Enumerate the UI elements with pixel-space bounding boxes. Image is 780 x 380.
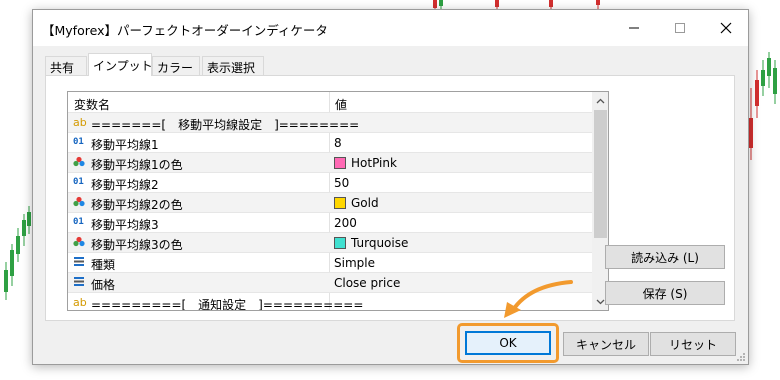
cancel-button[interactable]: キャンセル xyxy=(563,332,649,356)
param-name: 移動平均線1 xyxy=(91,138,159,152)
enum-type-icon xyxy=(73,256,89,270)
maximize-icon xyxy=(675,23,685,33)
table-row[interactable]: 01 移動平均線1 8 xyxy=(68,132,592,152)
param-value[interactable]: 50 xyxy=(334,176,349,190)
table-row[interactable]: 移動平均線3の色 Turquoise xyxy=(68,232,592,252)
param-value[interactable]: Simple xyxy=(334,256,375,270)
param-name: 移動平均線1の色 xyxy=(91,158,183,172)
color-type-icon xyxy=(73,196,89,210)
candles-right xyxy=(749,52,777,160)
param-value: Turquoise xyxy=(351,236,409,250)
table-row[interactable]: ab =======[ 移動平均線設定 ]======== xyxy=(68,112,592,132)
color-swatch xyxy=(334,237,346,249)
integer-type-icon: 01 xyxy=(73,217,84,227)
scroll-up-button[interactable] xyxy=(592,92,608,109)
param-name: 移動平均線3 xyxy=(91,218,159,232)
save-button[interactable]: 保存 (S) xyxy=(605,281,725,305)
tab-inputs[interactable]: インプット xyxy=(88,53,153,76)
param-name: =========[ 通知設定 ]========== xyxy=(91,298,364,311)
minimize-icon xyxy=(629,27,639,29)
enum-type-icon xyxy=(73,276,89,290)
grid-header: 変数名 値 xyxy=(68,92,592,112)
param-value: Gold xyxy=(351,196,379,210)
indicator-dialog: 【Myforex】パーフェクトオーダーインディケータ 共有 インプット カラー … xyxy=(32,9,749,365)
load-button[interactable]: 読み込み (L) xyxy=(605,245,725,269)
color-swatch xyxy=(334,157,346,169)
string-type-icon: ab xyxy=(73,116,87,129)
close-button[interactable] xyxy=(703,10,749,46)
color-type-icon xyxy=(73,236,89,250)
param-value: HotPink xyxy=(351,156,397,170)
table-row[interactable]: 種類 Simple xyxy=(68,252,592,272)
close-icon xyxy=(720,22,732,34)
param-name: 移動平均線2の色 xyxy=(91,198,183,212)
maximize-button[interactable] xyxy=(657,10,703,46)
ok-highlight: OK xyxy=(457,323,559,363)
table-row[interactable]: 01 移動平均線2 50 xyxy=(68,172,592,192)
param-name: 種類 xyxy=(91,258,116,272)
reset-button[interactable]: リセット xyxy=(650,332,736,356)
window-title: 【Myforex】パーフェクトオーダーインディケータ xyxy=(42,23,328,38)
candles-left xyxy=(4,206,31,300)
table-row[interactable]: 01 移動平均線3 200 xyxy=(68,212,592,232)
param-value[interactable]: Close price xyxy=(334,276,400,290)
param-name: 移動平均線2 xyxy=(91,178,159,192)
resize-grip-icon[interactable] xyxy=(736,352,746,362)
integer-type-icon: 01 xyxy=(73,137,84,147)
vertical-scrollbar[interactable] xyxy=(592,92,608,310)
minimize-button[interactable] xyxy=(611,10,657,46)
tab-colors[interactable]: カラー xyxy=(152,56,200,76)
table-row[interactable]: 移動平均線1の色 HotPink xyxy=(68,152,592,172)
param-value[interactable]: 200 xyxy=(334,216,357,230)
scroll-thumb[interactable] xyxy=(594,110,607,238)
color-type-icon xyxy=(73,156,89,170)
tab-display-select[interactable]: 表示選択 xyxy=(202,56,264,76)
ok-button[interactable]: OK xyxy=(465,331,551,355)
title-bar[interactable]: 【Myforex】パーフェクトオーダーインディケータ xyxy=(33,10,748,46)
column-variable-name: 変数名 xyxy=(74,98,111,112)
param-name: 価格 xyxy=(91,278,116,292)
column-value: 値 xyxy=(335,98,348,112)
param-name: =======[ 移動平均線設定 ]======== xyxy=(91,118,360,132)
table-row[interactable]: 移動平均線2の色 Gold xyxy=(68,192,592,212)
tab-strip: 共有 インプット カラー 表示選択 xyxy=(45,53,735,76)
param-value[interactable]: 8 xyxy=(334,136,342,150)
chevron-down-icon xyxy=(596,299,605,304)
integer-type-icon: 01 xyxy=(73,177,84,187)
annotation-arrow-icon xyxy=(504,280,573,318)
string-type-icon: ab xyxy=(73,296,87,309)
tab-common[interactable]: 共有 xyxy=(45,56,87,76)
chevron-up-icon xyxy=(596,98,605,103)
param-name: 移動平均線3の色 xyxy=(91,238,183,252)
color-swatch xyxy=(334,197,346,209)
